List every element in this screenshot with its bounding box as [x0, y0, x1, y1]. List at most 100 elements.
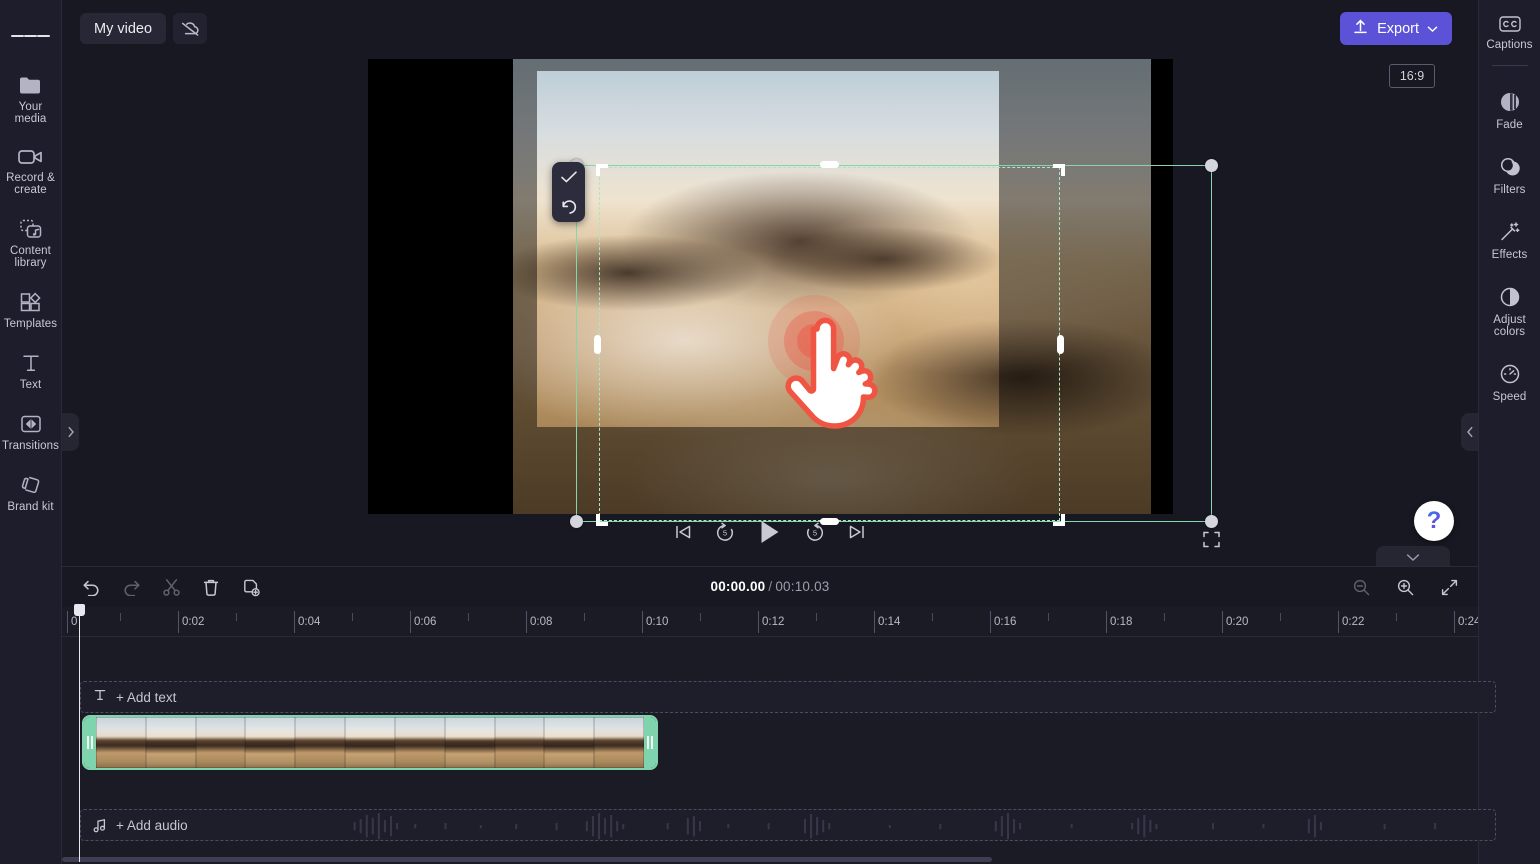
crop-handle-left[interactable] [594, 335, 601, 354]
zoom-out-icon [1353, 579, 1369, 596]
sidebar-item-captions[interactable]: Captions [1479, 8, 1540, 55]
content-library-icon [18, 218, 44, 240]
rewind-5-seconds-icon[interactable]: 5 [714, 522, 736, 542]
sidebar-item-label: Effects [1491, 249, 1528, 261]
timeline-horizontal-scrollbar[interactable] [62, 857, 992, 862]
ruler-label: 0:06 [414, 616, 437, 628]
sidebar-item-effects[interactable]: Effects [1479, 214, 1540, 265]
sidebar-item-label: Transitions [2, 440, 59, 452]
sidebar-item-transitions[interactable]: Transitions [0, 407, 62, 456]
sidebar-item-label: Content library [10, 245, 51, 269]
aspect-ratio-badge[interactable]: 16:9 [1389, 64, 1435, 88]
trash-delete-icon [203, 579, 219, 596]
split-button[interactable] [156, 573, 186, 603]
skip-to-start-icon[interactable] [673, 523, 693, 541]
add-text-label: + Add text [116, 689, 177, 705]
sidebar-item-speed[interactable]: Speed [1479, 356, 1540, 407]
playhead-knob[interactable] [74, 604, 85, 616]
crop-dim-left [368, 59, 537, 514]
ruler-label: 0:24 [1458, 616, 1478, 628]
crop-toolbar [552, 162, 585, 222]
help-button[interactable]: ? [1414, 501, 1454, 541]
video-camera-icon [17, 147, 45, 167]
sidebar-item-brand-kit[interactable]: Brand kit [0, 468, 62, 517]
ruler-label: 0:16 [994, 616, 1017, 628]
sidebar-item-label: Brand kit [7, 501, 54, 513]
speedometer-icon [1498, 362, 1522, 386]
templates-grid-icon [19, 291, 43, 313]
svg-text:5: 5 [813, 529, 817, 538]
collapse-right-panel-tab[interactable] [1461, 413, 1478, 451]
resize-handle-top-right[interactable] [1205, 159, 1218, 172]
sidebar-item-label: Templates [3, 318, 58, 330]
sidebar-item-label: Filters [1493, 184, 1526, 196]
collapse-left-panel-tab[interactable] [62, 413, 79, 451]
timeline-toolbar: 00:00.00/00:10.03 [62, 566, 1478, 607]
hamburger-menu-icon[interactable] [10, 16, 51, 56]
zoom-in-button[interactable] [1390, 573, 1420, 603]
undo-arrow-icon[interactable] [560, 199, 578, 215]
zoom-out-button[interactable] [1346, 573, 1376, 603]
fullscreen-icon[interactable] [1202, 530, 1221, 554]
timeline-ruler[interactable]: 0 0:02 0:04 0:06 0:08 0:10 0:12 0:14 0:1… [62, 607, 1478, 637]
sidebar-item-label: Captions [1486, 39, 1533, 51]
chevron-down-icon [1427, 21, 1438, 37]
crop-handle-right[interactable] [1057, 335, 1064, 354]
clip-trim-handle-left[interactable] [84, 717, 96, 768]
right-sidebar: Captions Fade Filters Effects Adjust col… [1478, 0, 1540, 864]
fit-to-screen-button[interactable] [1434, 573, 1464, 603]
ruler-label: 0:20 [1226, 616, 1249, 628]
text-t-icon [20, 352, 42, 374]
ruler-label: 0:08 [530, 616, 553, 628]
timeline-playhead[interactable] [74, 604, 85, 862]
duplicate-icon [243, 579, 260, 597]
chevron-down-icon [1406, 553, 1420, 561]
timeline-video-clip[interactable] [82, 715, 658, 770]
crop-handle-top-left[interactable] [596, 164, 611, 179]
collapse-preview-tab[interactable] [1376, 546, 1450, 568]
closed-captions-icon [1497, 14, 1523, 34]
add-audio-track[interactable]: + Add audio [80, 809, 1496, 841]
sidebar-item-label: Fade [1496, 119, 1523, 131]
total-time: 00:10.03 [775, 579, 830, 594]
clip-trim-handle-right[interactable] [644, 717, 656, 768]
export-button[interactable]: Export [1340, 12, 1452, 45]
undo-button[interactable] [76, 573, 106, 603]
sidebar-item-record-create[interactable]: Record & create [0, 141, 62, 200]
ruler-label: 0:04 [298, 616, 321, 628]
sidebar-item-your-media[interactable]: Your media [0, 68, 62, 129]
checkmark-icon[interactable] [560, 170, 578, 184]
duplicate-button[interactable] [236, 573, 266, 603]
crop-handle-top-right[interactable] [1050, 164, 1065, 179]
redo-button[interactable] [116, 573, 146, 603]
half-circle-contrast-icon [1498, 285, 1522, 309]
add-text-track[interactable]: + Add text [80, 681, 1496, 713]
ruler-label: 0:14 [878, 616, 901, 628]
help-question-mark-icon: ? [1426, 507, 1442, 534]
redo-icon [124, 580, 140, 596]
sidebar-item-label: Your media [14, 101, 47, 125]
delete-button[interactable] [196, 573, 226, 603]
magic-wand-icon [1498, 220, 1522, 244]
ruler-label: 0 [71, 616, 78, 628]
playback-controls: 5 5 [62, 518, 1478, 566]
forward-5-seconds-icon[interactable]: 5 [804, 522, 826, 542]
sidebar-item-fade[interactable]: Fade [1479, 84, 1540, 135]
sidebar-item-text[interactable]: Text [0, 346, 62, 395]
undo-icon [82, 580, 98, 596]
sidebar-item-adjust-colors[interactable]: Adjust colors [1479, 279, 1540, 342]
top-bar: My video Export [62, 0, 1478, 57]
left-sidebar: Your media Record & create Content libra… [0, 0, 62, 864]
cloud-off-icon[interactable] [173, 13, 207, 44]
sidebar-item-content-library[interactable]: Content library [0, 212, 62, 273]
sidebar-item-filters[interactable]: Filters [1479, 149, 1540, 200]
play-button[interactable] [757, 518, 783, 546]
crop-handle-top[interactable] [820, 161, 839, 168]
skip-to-end-icon[interactable] [847, 523, 867, 541]
sidebar-item-templates[interactable]: Templates [0, 285, 62, 334]
pointing-hand-cursor [768, 295, 878, 429]
fade-circle-icon [1498, 90, 1522, 114]
sidebar-item-label: Speed [1492, 391, 1527, 403]
sidebar-item-label: Adjust colors [1493, 314, 1526, 338]
project-title-button[interactable]: My video [80, 13, 167, 44]
